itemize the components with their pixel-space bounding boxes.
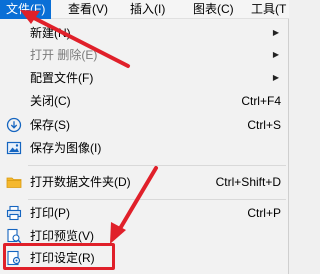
save-icon	[6, 117, 22, 133]
menu-tools[interactable]: 工具(T	[245, 0, 292, 19]
menu-view[interactable]: 查看(V)	[62, 0, 114, 19]
menu-item-save[interactable]: 保存(S) Ctrl+S	[0, 114, 289, 136]
menu-item-config[interactable]: 配置文件(F) ▶	[0, 67, 289, 89]
submenu-arrow-icon: ▶	[272, 73, 279, 82]
menu-item-label: 打印(P)	[30, 206, 70, 220]
printer-icon	[6, 205, 22, 221]
menu-item-shortcut: Ctrl+Shift+D	[215, 175, 281, 189]
folder-icon	[6, 174, 22, 190]
menu-item-label: 打开数据文件夹(D)	[30, 175, 131, 189]
menu-item-label: 打开 删除(E)	[30, 48, 98, 62]
menu-chart[interactable]: 图表(C)	[187, 0, 240, 19]
menu-separator	[28, 165, 286, 166]
menu-item-open[interactable]: 打开 删除(E) ▶	[0, 44, 289, 66]
menu-item-shortcut: Ctrl+S	[247, 118, 281, 132]
menu-item-close[interactable]: 关闭(C) Ctrl+F4	[0, 90, 289, 112]
submenu-arrow-icon: ▶	[272, 50, 279, 59]
menu-item-shortcut: Ctrl+F4	[241, 94, 281, 108]
menu-item-print[interactable]: 打印(P) Ctrl+P	[0, 202, 289, 224]
menu-item-label: 配置文件(F)	[30, 71, 94, 85]
file-menu-dropdown: 新建(N) ▶ 打开 删除(E) ▶ 配置文件(F) ▶ 关闭(C) Ctrl+…	[0, 19, 289, 274]
menu-item-label: 保存(S)	[30, 118, 70, 132]
submenu-arrow-icon: ▶	[272, 28, 279, 37]
menu-file[interactable]: 文件(F)	[0, 0, 52, 19]
menu-item-new[interactable]: 新建(N) ▶	[0, 22, 289, 44]
menu-insert[interactable]: 插入(I)	[124, 0, 171, 19]
menu-item-label: 保存为图像(I)	[30, 141, 102, 155]
print-preview-icon	[6, 228, 22, 244]
image-icon	[6, 140, 22, 156]
menu-item-shortcut: Ctrl+P	[247, 206, 281, 220]
menu-bar: 文件(F) 查看(V) 插入(I) 图表(C) 工具(T	[0, 0, 289, 19]
menu-item-save-as-image[interactable]: 保存为图像(I)	[0, 137, 289, 159]
menu-separator	[28, 199, 286, 200]
menu-item-label: 关闭(C)	[30, 94, 71, 108]
menu-item-label: 新建(N)	[30, 26, 71, 40]
annotation-highlight-box	[3, 243, 115, 270]
menu-item-open-data-folder[interactable]: 打开数据文件夹(D) Ctrl+Shift+D	[0, 171, 289, 193]
